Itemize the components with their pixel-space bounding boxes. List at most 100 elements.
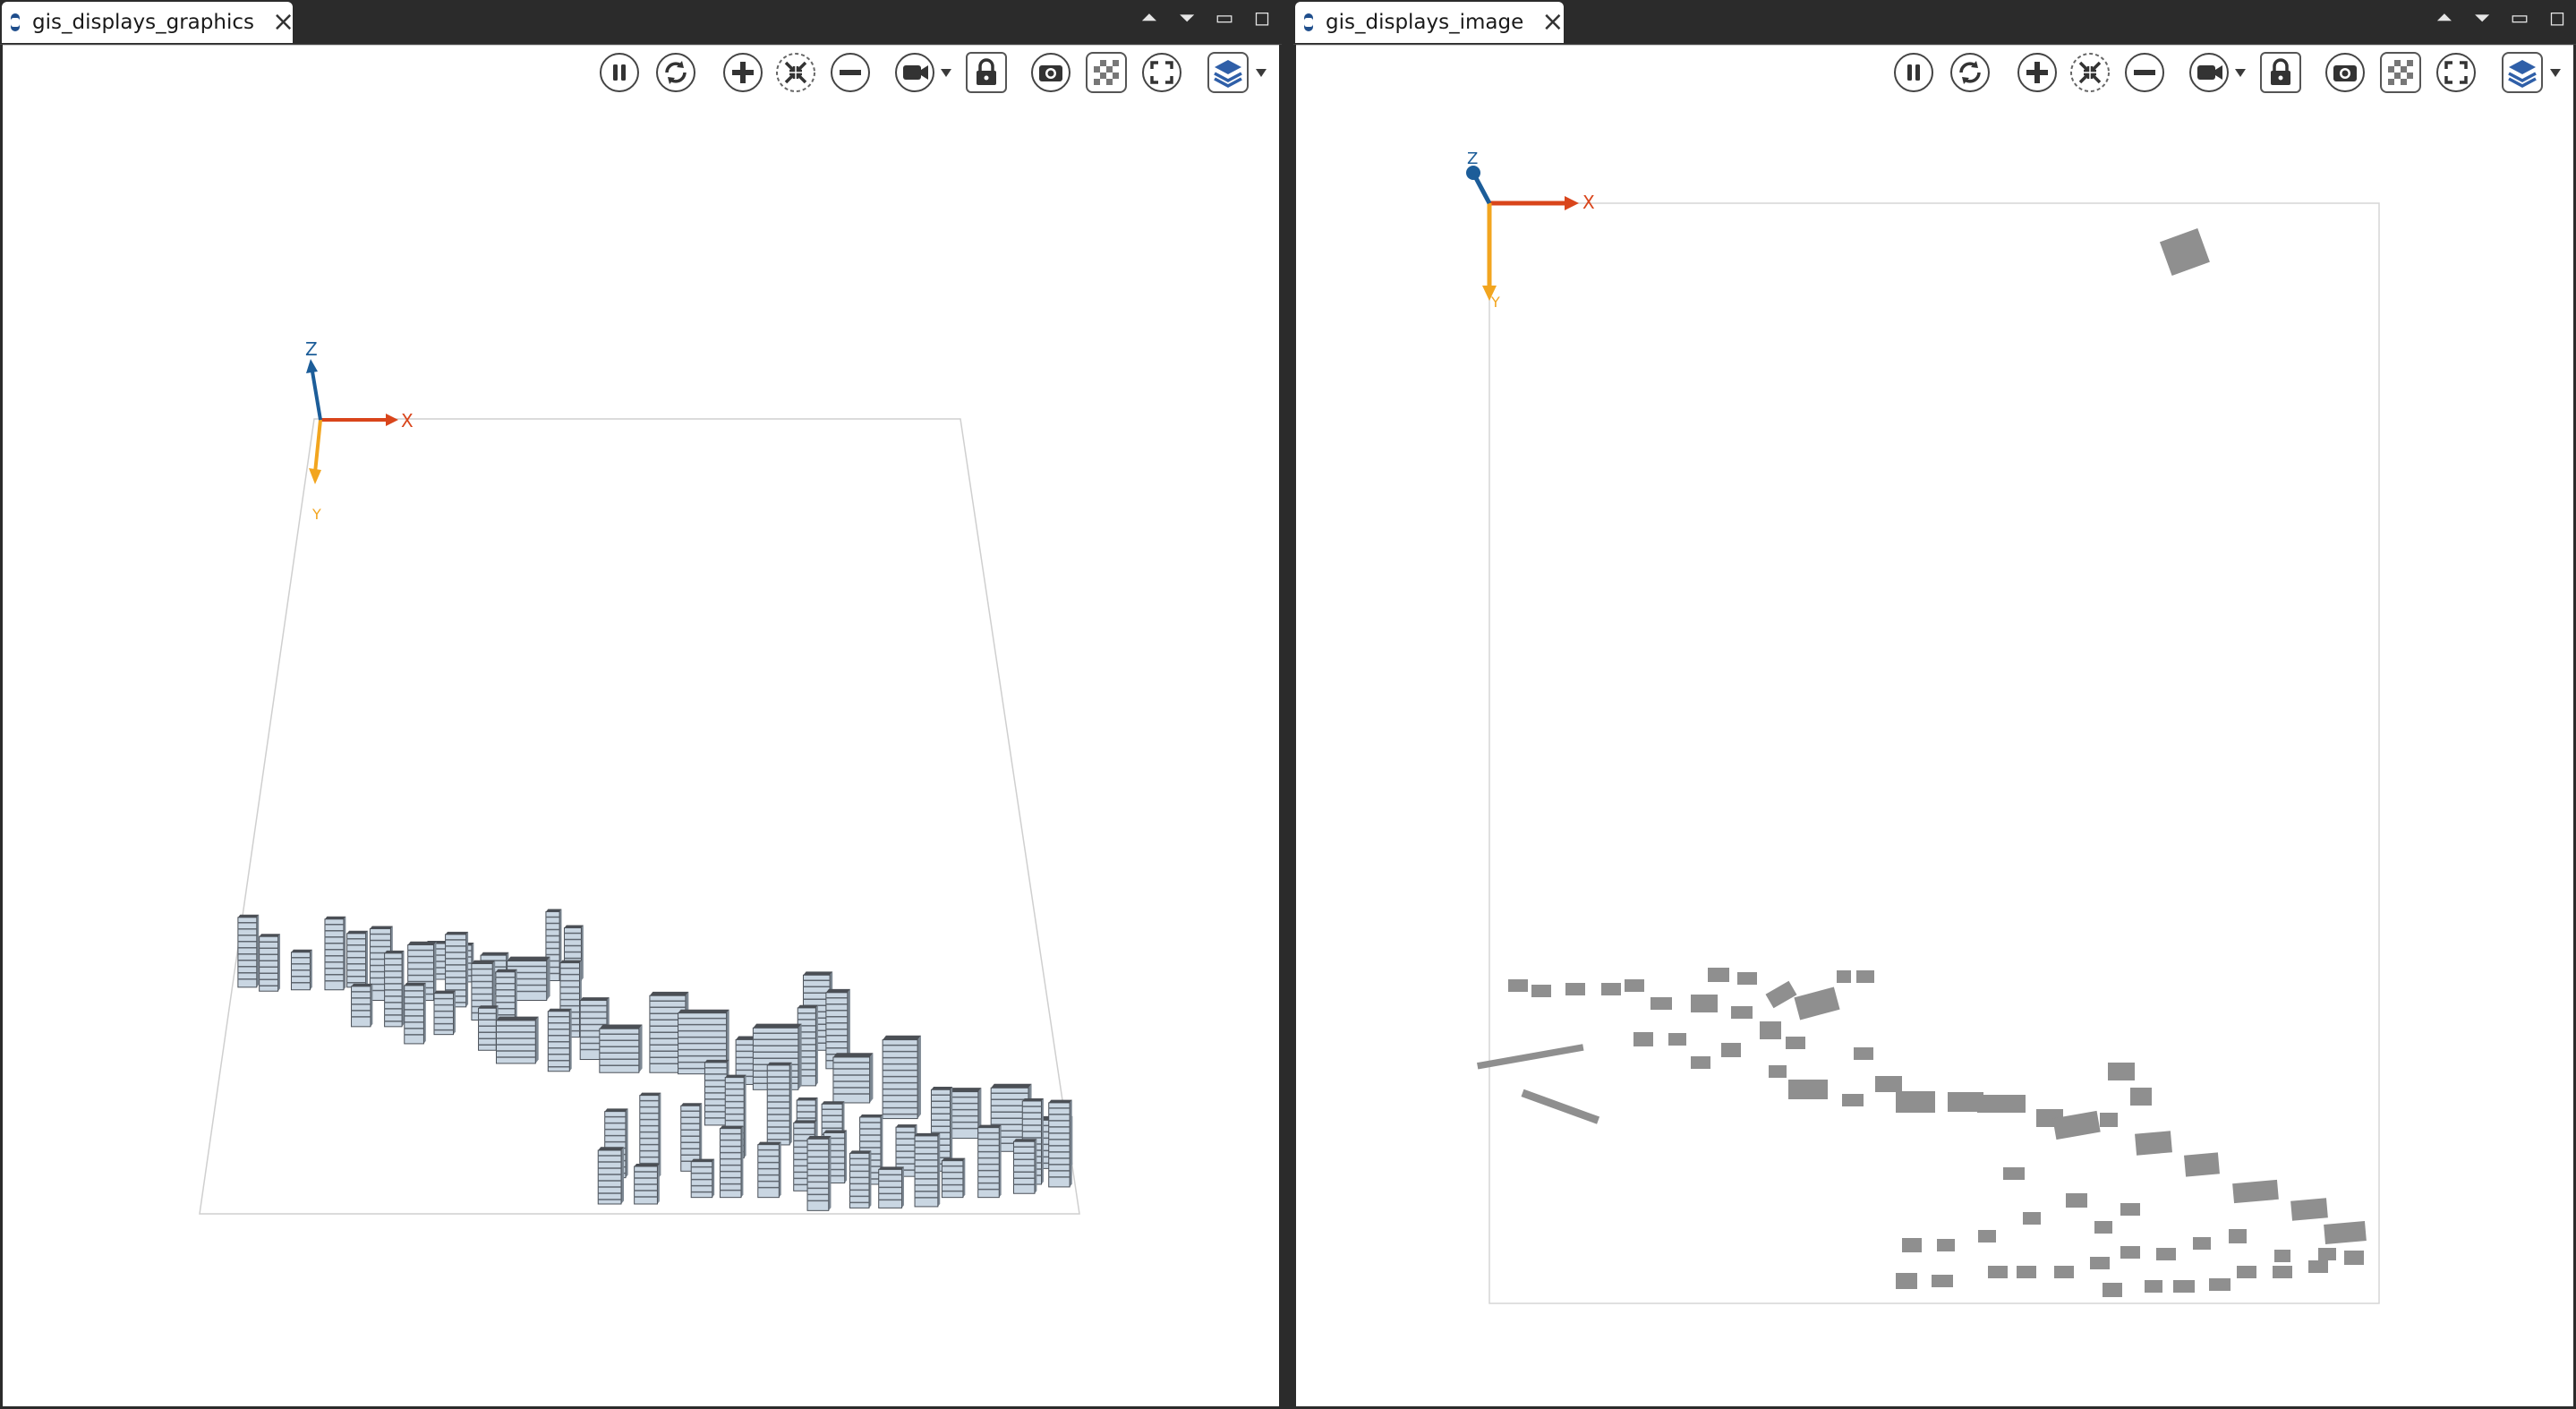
building-footprint <box>2237 1266 2256 1278</box>
building-facade <box>849 1152 870 1208</box>
building-facade <box>597 1149 622 1205</box>
building-roof <box>942 1157 966 1161</box>
z-axis-label: Z <box>305 338 318 360</box>
building-footprint <box>2145 1280 2162 1293</box>
building-footprint <box>2159 228 2210 276</box>
building-footprint <box>2173 1280 2195 1293</box>
y-axis-arrow <box>313 419 322 474</box>
building-footprint <box>1521 1089 1600 1124</box>
y-axis-label: Y <box>1490 294 1500 311</box>
building-footprint <box>1708 968 1729 982</box>
building-footprint <box>2054 1266 2074 1278</box>
z-axis-arrowhead <box>306 359 318 373</box>
building-roof <box>878 1166 904 1170</box>
building-footprint <box>1854 1047 1873 1060</box>
restore-up-icon[interactable]: ⏶ <box>2432 5 2457 30</box>
building-roof <box>680 1103 703 1106</box>
building-footprint <box>2324 1221 2367 1244</box>
graphics-canvas[interactable]: X Y Z <box>3 45 1279 1406</box>
building-side <box>638 1024 643 1073</box>
building-roof <box>634 1163 660 1166</box>
building-footprint <box>2003 1167 2025 1180</box>
building-footprint <box>2274 1250 2290 1262</box>
building-footprint <box>2308 1260 2328 1273</box>
building-footprint <box>1691 995 1718 1012</box>
building-roof <box>351 983 373 986</box>
building-facade <box>433 993 455 1036</box>
tab-gis-displays-graphics[interactable]: gis_displays_graphics × <box>2 2 294 43</box>
building-roof <box>324 916 346 919</box>
building-roof <box>564 925 584 928</box>
building-footprint <box>1565 983 1585 995</box>
building-footprint <box>2017 1266 2036 1278</box>
building-footprint <box>1902 1238 1922 1252</box>
building-footprint <box>2066 1193 2087 1208</box>
building-footprint <box>2156 1248 2176 1260</box>
graphics-3d-view[interactable]: X Y Z <box>3 46 1279 1406</box>
building-footprint <box>1477 1044 1584 1070</box>
building-roof <box>883 1035 921 1040</box>
close-icon[interactable]: × <box>1541 9 1564 36</box>
restore-up-icon[interactable]: ⏶ <box>1137 5 1162 30</box>
minimize-icon[interactable]: ▭ <box>2507 5 2532 30</box>
building-roof <box>797 1097 818 1100</box>
display-icon <box>1304 13 1313 31</box>
z-axis-arrow <box>311 371 322 421</box>
building-roof <box>384 950 405 953</box>
building-footprint <box>2130 1088 2152 1106</box>
building-roof <box>604 1108 628 1112</box>
building-facade <box>704 1062 728 1126</box>
building-footprint <box>1837 970 1851 983</box>
building-roof <box>445 931 469 935</box>
y-axis-arrowhead <box>309 468 321 484</box>
building-roof <box>407 941 437 945</box>
y-axis-label: Y <box>311 506 321 523</box>
building-roof <box>757 1141 781 1145</box>
image-2d-view[interactable]: X Y Z <box>1296 46 2573 1406</box>
building-roof <box>649 991 689 996</box>
building-roof <box>896 1124 917 1128</box>
building-roof <box>825 988 850 993</box>
building-facade <box>1012 1140 1036 1194</box>
building-roof <box>691 1158 715 1162</box>
buildings-3d-layer <box>237 909 1073 1211</box>
building-roof <box>822 1101 845 1105</box>
building-footprint <box>1788 1080 1828 1099</box>
z-axis-label: Z <box>1467 149 1478 168</box>
close-icon[interactable]: × <box>272 9 294 36</box>
building-footprint <box>1937 1239 1955 1251</box>
building-roof <box>434 990 456 994</box>
minimize-icon[interactable]: ▭ <box>1212 5 1237 30</box>
building-side <box>546 956 550 1001</box>
restore-down-icon[interactable]: ⏷ <box>1174 5 1199 30</box>
building-footprint <box>2273 1266 2292 1278</box>
restore-down-icon[interactable]: ⏷ <box>2469 5 2495 30</box>
building-roof <box>793 1120 817 1123</box>
building-footprint <box>1896 1091 1935 1113</box>
building-roof <box>548 1008 572 1012</box>
building-footprint <box>2318 1248 2336 1260</box>
building-roof <box>678 1009 729 1013</box>
tab-gis-displays-image[interactable]: gis_displays_image × <box>1295 2 1564 43</box>
buildings-2d-layer <box>1477 228 2367 1297</box>
maximize-icon[interactable]: ◻ <box>2545 5 2570 30</box>
building-footprint <box>1601 983 1621 995</box>
maximize-icon[interactable]: ◻ <box>1250 5 1275 30</box>
building-footprint <box>2023 1212 2041 1225</box>
building-side <box>869 1053 874 1103</box>
building-roof <box>720 1125 744 1129</box>
building-footprint <box>2290 1198 2328 1221</box>
building-footprint <box>1508 979 1528 992</box>
building-footprint <box>1978 1230 1996 1242</box>
building-roof <box>495 969 517 972</box>
building-side <box>535 1016 539 1063</box>
x-axis-label: X <box>1582 192 1595 213</box>
building-footprint <box>1842 1094 1864 1106</box>
building-side <box>798 1023 802 1090</box>
building-facade <box>977 1127 1000 1199</box>
building-footprint <box>1856 970 1874 983</box>
image-canvas[interactable]: X Y Z <box>1296 45 2573 1406</box>
building-footprint <box>2100 1113 2118 1127</box>
building-roof <box>599 1024 643 1029</box>
axis-gizmo: X Y Z <box>305 338 414 523</box>
